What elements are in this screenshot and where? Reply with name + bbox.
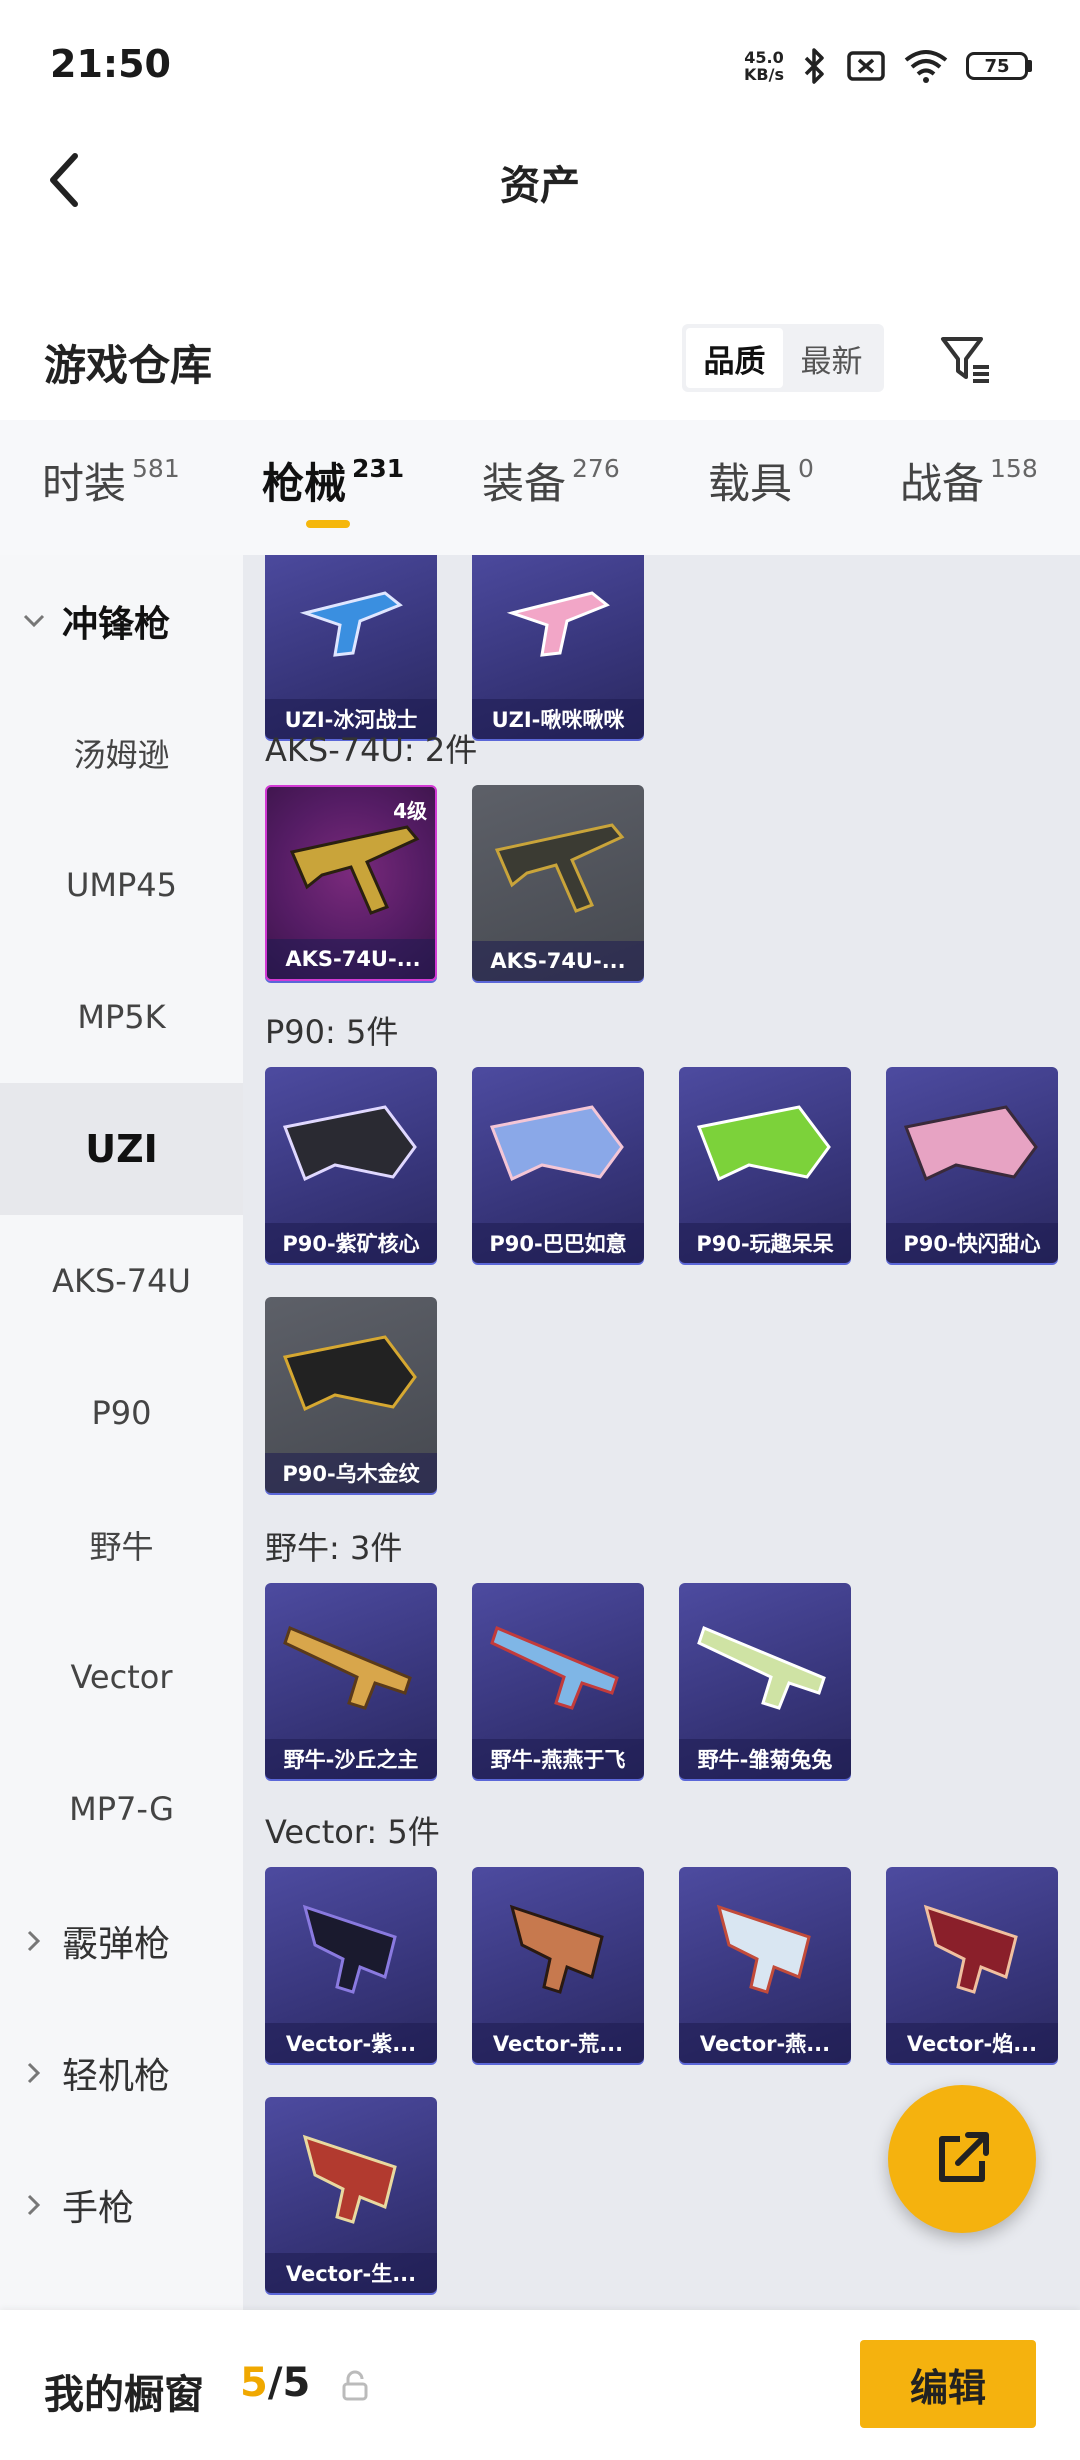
net-speed: 45.0 KB/s xyxy=(744,49,784,83)
sidebar-item-uzi[interactable]: UZI xyxy=(0,1083,243,1215)
item-card[interactable]: UZI-冰河战士 xyxy=(265,555,437,739)
group-title-bizon: 野牛: 3件 xyxy=(265,1529,403,1567)
warehouse-header: 游戏仓库 品质 最新 xyxy=(0,310,1080,405)
weapon-image-icon xyxy=(509,1904,604,1994)
weapon-image-icon xyxy=(696,1105,831,1182)
tab-equipment[interactable]: 装备 276 xyxy=(482,450,620,511)
status-bar: 21:50 45.0 KB/s 75 xyxy=(0,0,1080,135)
weapon-image-icon xyxy=(923,1904,1018,1994)
item-card[interactable]: UZI-啾咪啾咪 xyxy=(472,555,644,739)
group-title-aks74u: AKS-74U: 2件 xyxy=(265,731,478,769)
weapon-image-icon xyxy=(903,1105,1038,1182)
category-tabs: 时装 581 枪械 231 装备 276 载具 0 战备 158 xyxy=(0,420,1080,555)
tab-fashion[interactable]: 时装 581 xyxy=(42,450,180,511)
weapon-image-icon xyxy=(282,1105,417,1182)
filter-icon xyxy=(941,337,989,383)
net-speed-unit: KB/s xyxy=(744,65,784,84)
sidebar-item-aks74u[interactable]: AKS-74U xyxy=(0,1215,243,1347)
battery-level: 75 xyxy=(966,52,1028,80)
sidebar-category-pistol[interactable]: 手枪 xyxy=(0,2139,243,2271)
tab-supplies[interactable]: 战备 158 xyxy=(900,450,1038,511)
item-card[interactable]: 野牛-燕燕于飞 xyxy=(472,1583,644,1779)
item-card[interactable]: P90-乌木金纹 xyxy=(265,1297,437,1493)
item-card[interactable]: 野牛-沙丘之主 xyxy=(265,1583,437,1779)
external-link-icon xyxy=(939,2132,989,2182)
chevron-right-icon xyxy=(27,1930,41,1952)
lock-icon xyxy=(342,2370,368,2401)
bluetooth-icon xyxy=(804,48,824,84)
sidebar-category-lmg[interactable]: 轻机枪 xyxy=(0,2007,243,2139)
page-title: 资产 xyxy=(500,163,580,209)
sidebar-item-bizon[interactable]: 野牛 xyxy=(0,1479,243,1611)
item-card[interactable]: P90-玩趣呆呆 xyxy=(679,1067,851,1263)
tab-active-indicator xyxy=(306,520,350,528)
sidebar-item-vector[interactable]: Vector xyxy=(0,1611,243,1743)
edit-button[interactable]: 编辑 xyxy=(860,2340,1036,2428)
item-card[interactable]: AKS-74U-... xyxy=(472,785,644,981)
weapon-image-icon xyxy=(282,1335,417,1412)
weapon-image-icon xyxy=(299,591,403,657)
status-time: 21:50 xyxy=(50,42,171,86)
tab-vehicles[interactable]: 载具 0 xyxy=(708,450,814,511)
showcase-bar: 我的橱窗 5/5 编辑 xyxy=(0,2310,1080,2460)
group-title-vector: Vector: 5件 xyxy=(265,1813,440,1851)
showcase-label: 我的橱窗 xyxy=(44,2372,204,2418)
tab-firearms[interactable]: 枪械 231 xyxy=(262,450,404,511)
weapon-image-icon xyxy=(506,591,610,657)
item-card[interactable]: Vector-生... xyxy=(265,2097,437,2293)
status-icons: 45.0 KB/s 75 xyxy=(744,46,1032,86)
item-card[interactable]: Vector-焰... xyxy=(886,1867,1058,2063)
sidebar-item-mp7g[interactable]: MP7-G xyxy=(0,1743,243,1875)
item-card[interactable]: P90-巴巴如意 xyxy=(472,1067,644,1263)
sort-quality-button[interactable]: 品质 xyxy=(686,328,783,388)
item-card[interactable]: Vector-紫... xyxy=(265,1867,437,2063)
sidebar-item-ump45[interactable]: UMP45 xyxy=(0,819,243,951)
item-card[interactable]: Vector-燕... xyxy=(679,1867,851,2063)
sidebar-item-p90[interactable]: P90 xyxy=(0,1347,243,1479)
group-title-p90: P90: 5件 xyxy=(265,1013,399,1051)
sidebar-category-smg[interactable]: 冲锋枪 xyxy=(0,555,243,687)
chevron-down-icon xyxy=(23,614,45,628)
sim-off-icon xyxy=(847,51,885,81)
sidebar-item-mp5k[interactable]: MP5K xyxy=(0,951,243,1083)
item-card[interactable]: 4级 AKS-74U-... xyxy=(265,785,437,981)
weapon-image-icon xyxy=(302,2134,397,2224)
weapon-image-icon xyxy=(716,1904,811,1994)
sort-latest-button[interactable]: 最新 xyxy=(783,328,880,388)
weapon-image-icon xyxy=(697,1625,826,1710)
chevron-right-icon xyxy=(27,2062,41,2084)
filter-button[interactable] xyxy=(930,324,1000,394)
item-card[interactable]: P90-紫矿核心 xyxy=(265,1067,437,1263)
showcase-count: 5/5 xyxy=(240,2360,311,2406)
chevron-right-icon xyxy=(27,2194,41,2216)
item-card[interactable]: Vector-荒... xyxy=(472,1867,644,2063)
net-speed-value: 45.0 xyxy=(744,48,784,67)
battery-icon: 75 xyxy=(966,52,1032,80)
share-fab-button[interactable] xyxy=(888,2085,1036,2233)
sidebar-category-shotgun[interactable]: 霰弹枪 xyxy=(0,1875,243,2007)
weapon-image-icon xyxy=(302,1904,397,1994)
weapon-image-icon xyxy=(490,1625,619,1710)
item-grid: UZI-冰河战士 UZI-啾咪啾咪 AKS-74U: 2件 4级 AKS-74U… xyxy=(243,555,1080,2310)
section-title: 游戏仓库 xyxy=(44,341,213,390)
weapon-image-icon xyxy=(494,823,625,913)
weapon-image-icon xyxy=(489,1105,624,1182)
weapon-sidebar: 冲锋枪 汤姆逊 UMP45 MP5K UZI AKS-74U P90 野牛 Ve… xyxy=(0,555,243,2310)
sort-toggle: 品质 最新 xyxy=(682,324,884,392)
weapon-image-icon xyxy=(283,1625,412,1710)
item-card[interactable]: P90-快闪甜心 xyxy=(886,1067,1058,1263)
sidebar-item-thompson[interactable]: 汤姆逊 xyxy=(0,687,243,819)
item-card[interactable]: 野牛-雏菊兔兔 xyxy=(679,1583,851,1779)
wifi-icon xyxy=(904,50,948,83)
top-bar: 资产 xyxy=(0,135,1080,225)
